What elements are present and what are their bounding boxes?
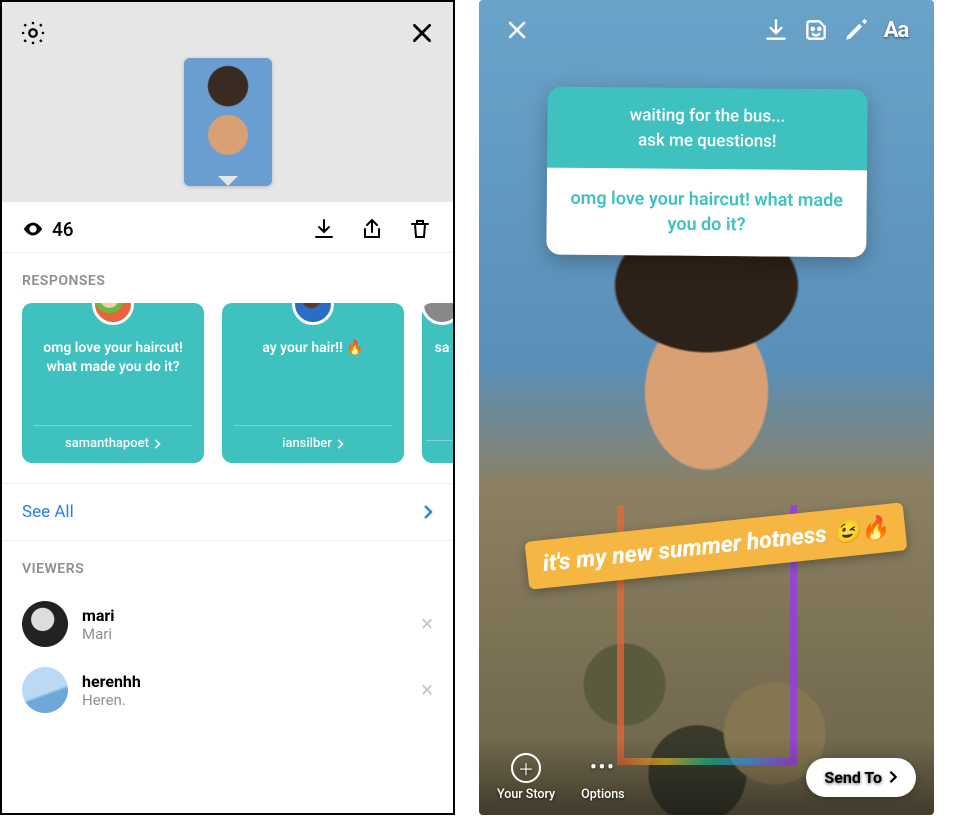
chevron-right-icon	[336, 439, 344, 449]
close-icon[interactable]	[405, 16, 439, 50]
avatar	[422, 303, 453, 325]
story-editor-view: Aa waiting for the bus... ask me questio…	[479, 0, 934, 815]
question-sticker[interactable]: waiting for the bus... ask me questions!…	[546, 87, 867, 257]
views-number: 46	[52, 218, 74, 241]
viewer-display-name: Heren.	[82, 691, 407, 709]
chevron-right-icon	[153, 439, 161, 449]
remove-viewer-icon[interactable]: ×	[421, 612, 433, 637]
question-prompt: waiting for the bus... ask me questions!	[547, 87, 868, 171]
share-icon[interactable]	[359, 216, 385, 242]
see-all-button[interactable]: See All	[2, 483, 453, 541]
avatar	[22, 667, 68, 713]
response-text: omg love your haircut! what made you do …	[34, 339, 192, 377]
send-to-label: Send To	[824, 768, 882, 787]
download-icon[interactable]	[756, 10, 796, 50]
trash-icon[interactable]	[407, 216, 433, 242]
response-username[interactable]: samanthapoet	[34, 425, 192, 451]
insights-header	[2, 2, 453, 202]
settings-icon[interactable]	[16, 16, 50, 50]
viewers-section-label: VIEWERS	[2, 541, 453, 591]
stats-actions	[311, 216, 433, 242]
viewer-display-name: Mari	[82, 625, 407, 643]
response-card[interactable]: sa	[422, 303, 453, 463]
close-icon[interactable]	[497, 10, 537, 50]
options-label: Options	[581, 787, 624, 802]
text-tool[interactable]: Aa	[876, 10, 916, 50]
response-card[interactable]: ay your hair!! 🔥 iansilber	[222, 303, 404, 463]
avatar	[292, 303, 334, 325]
editor-bottom-bar: ＋ Your Story ••• Options Send To	[479, 739, 934, 815]
chevron-right-icon	[888, 770, 898, 784]
responses-carousel[interactable]: omg love your haircut! what made you do …	[2, 303, 453, 483]
question-answer: omg love your haircut! what made you do …	[546, 168, 867, 257]
avatar	[22, 601, 68, 647]
story-insights-view: 46 RESPONSES omg love your h	[0, 0, 455, 815]
eye-icon	[22, 218, 44, 240]
download-icon[interactable]	[311, 216, 337, 242]
your-story-button[interactable]: ＋ Your Story	[497, 753, 555, 802]
response-text: ay your hair!! 🔥	[234, 339, 392, 358]
your-story-label: Your Story	[497, 787, 555, 802]
plus-circle-icon: ＋	[511, 753, 541, 783]
viewer-username: herenhh	[82, 672, 407, 691]
viewer-row[interactable]: herenhh Heren. ×	[2, 657, 453, 723]
sticker-icon[interactable]	[796, 10, 836, 50]
story-thumbnail[interactable]	[184, 58, 272, 186]
chevron-right-icon	[423, 504, 433, 520]
viewer-username: mari	[82, 606, 407, 625]
viewer-row[interactable]: mari Mari ×	[2, 591, 453, 657]
draw-icon[interactable]	[836, 10, 876, 50]
editor-toolbar: Aa	[479, 0, 934, 60]
send-to-button[interactable]: Send To	[806, 758, 916, 797]
responses-section-label: RESPONSES	[2, 253, 453, 303]
stats-bar: 46	[2, 202, 453, 253]
avatar	[92, 303, 134, 325]
views-count: 46	[22, 218, 74, 241]
response-card[interactable]: omg love your haircut! what made you do …	[22, 303, 204, 463]
remove-viewer-icon[interactable]: ×	[421, 678, 433, 703]
more-icon: •••	[590, 753, 615, 783]
see-all-label: See All	[22, 502, 74, 522]
response-username[interactable]: iansilber	[234, 425, 392, 451]
options-button[interactable]: ••• Options	[581, 753, 624, 802]
response-text: sa	[426, 339, 453, 358]
